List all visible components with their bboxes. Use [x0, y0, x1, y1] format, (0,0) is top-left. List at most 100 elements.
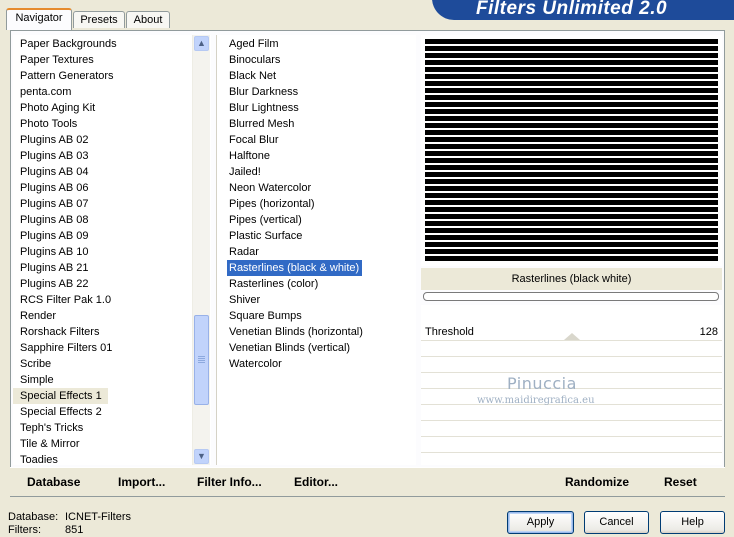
filter-label: Blur Lightness [229, 102, 299, 114]
filter-list[interactable]: Aged Film Binoculars Black Net Blur Darknes… [216, 35, 416, 465]
category-label: Plugins AB 02 [20, 134, 89, 146]
category-item[interactable]: Photo Aging Kit [13, 100, 211, 116]
category-label: Plugins AB 10 [20, 246, 89, 258]
filter-label: Blurred Mesh [229, 118, 295, 130]
category-label: Special Effects 2 [20, 406, 102, 418]
category-item[interactable]: Rorshack Filters [13, 324, 211, 340]
reset-button[interactable]: Reset [664, 475, 697, 489]
filter-item[interactable]: Halftone [217, 148, 416, 164]
scroll-down-button[interactable]: ▼ [194, 449, 209, 464]
filter-label: Jailed! [229, 166, 261, 178]
category-label: Scribe [20, 358, 52, 370]
arrow-up-icon: ▲ [197, 38, 206, 48]
category-item[interactable]: Plugins AB 03 [13, 148, 211, 164]
threshold-value: 128 [699, 326, 718, 338]
category-label: Paper Backgrounds [20, 38, 117, 50]
tab-about[interactable]: About [126, 11, 170, 28]
filter-item[interactable]: Venetian Blinds (vertical) [217, 340, 416, 356]
category-item[interactable]: Plugins AB 04 [13, 164, 211, 180]
category-item[interactable]: Simple [13, 372, 211, 388]
preview-image [425, 39, 718, 262]
category-item[interactable]: Scribe [13, 356, 211, 372]
filter-item[interactable]: Neon Watercolor [217, 180, 416, 196]
category-item[interactable]: Special Effects 1 [13, 388, 211, 404]
watermark-url: www.maidiregrafica.eu [477, 395, 595, 406]
import-button[interactable]: Import... [118, 475, 165, 489]
filter-item[interactable]: Aged Film [217, 36, 416, 52]
category-item[interactable]: Plugins AB 02 [13, 132, 211, 148]
filter-item[interactable]: Shiver [217, 292, 416, 308]
scroll-up-button[interactable]: ▲ [194, 36, 209, 51]
category-item[interactable]: Plugins AB 10 [13, 244, 211, 260]
apply-button[interactable]: Apply [507, 511, 574, 534]
arrow-down-icon: ▼ [197, 451, 206, 461]
category-item[interactable]: Special Effects 2 [13, 404, 211, 420]
category-item[interactable]: Plugins AB 09 [13, 228, 211, 244]
filter-item[interactable]: Jailed! [217, 164, 416, 180]
filter-item[interactable]: Venetian Blinds (horizontal) [217, 324, 416, 340]
filter-item[interactable]: Watercolor [217, 356, 416, 372]
filter-item[interactable]: Blur Lightness [217, 100, 416, 116]
filter-label: Binoculars [229, 54, 281, 66]
filter-item[interactable]: Black Net [217, 68, 416, 84]
category-item[interactable]: Plugins AB 22 [13, 276, 211, 292]
filter-label: Halftone [229, 150, 270, 162]
filter-item[interactable]: Binoculars [217, 52, 416, 68]
filter-item[interactable]: Rasterlines (black & white) [217, 260, 416, 276]
filter-item[interactable]: Plastic Surface [217, 228, 416, 244]
filter-label: Aged Film [229, 38, 279, 50]
preview-box [421, 35, 722, 266]
category-label: RCS Filter Pak 1.0 [20, 294, 112, 306]
filter-label: Rasterlines (color) [229, 278, 319, 290]
filter-item[interactable]: Pipes (vertical) [217, 212, 416, 228]
category-label: Plugins AB 04 [20, 166, 89, 178]
category-item[interactable]: Paper Backgrounds [13, 36, 211, 52]
category-list[interactable]: Paper Backgrounds Paper Textures Pattern G… [13, 35, 211, 468]
category-item[interactable]: Plugins AB 08 [13, 212, 211, 228]
category-item[interactable]: Plugins AB 06 [13, 180, 211, 196]
cancel-button[interactable]: Cancel [584, 511, 649, 534]
database-button[interactable]: Database [27, 475, 80, 489]
filter-item[interactable]: Radar [217, 244, 416, 260]
tab-presets[interactable]: Presets [73, 11, 125, 28]
tab-navigator[interactable]: Navigator [6, 8, 72, 30]
category-item[interactable]: Paper Textures [13, 52, 211, 68]
category-label: Teph's Tricks [20, 422, 84, 434]
category-item[interactable]: RCS Filter Pak 1.0 [13, 292, 211, 308]
help-button[interactable]: Help [660, 511, 725, 534]
category-item[interactable]: Pattern Generators [13, 68, 211, 84]
category-item[interactable]: Teph's Tricks [13, 420, 211, 436]
filter-item[interactable]: Focal Blur [217, 132, 416, 148]
filter-item[interactable]: Blurred Mesh [217, 116, 416, 132]
status-database: Database: ICNET-Filters [8, 511, 131, 523]
category-label: penta.com [20, 86, 72, 98]
filter-item[interactable]: Square Bumps [217, 308, 416, 324]
category-item[interactable]: Sapphire Filters 01 [13, 340, 211, 356]
category-item[interactable]: Render [13, 308, 211, 324]
category-label: Simple [20, 374, 54, 386]
filter-item[interactable]: Blur Darkness [217, 84, 416, 100]
filter-label: Watercolor [229, 358, 282, 370]
filter-label: Rasterlines (black & white) [227, 260, 363, 276]
filter-item[interactable]: Rasterlines (color) [217, 276, 416, 292]
category-label: Render [20, 310, 57, 322]
category-item[interactable]: penta.com [13, 84, 211, 100]
filter-label: Shiver [229, 294, 261, 306]
category-item[interactable]: Plugins AB 07 [13, 196, 211, 212]
randomize-button[interactable]: Randomize [565, 475, 629, 489]
filter-info-button[interactable]: Filter Info... [197, 475, 262, 489]
category-scrollbar[interactable]: ▲ ▼ [192, 35, 210, 465]
slider-handle-icon[interactable] [564, 333, 580, 340]
category-item[interactable]: Photo Tools [13, 116, 211, 132]
filter-label: Venetian Blinds (horizontal) [229, 326, 363, 338]
category-item[interactable]: Toadies [13, 452, 211, 468]
filter-item[interactable]: Pipes (horizontal) [217, 196, 416, 212]
category-item[interactable]: Tile & Mirror [13, 436, 211, 452]
editor-button[interactable]: Editor... [294, 475, 338, 489]
filter-label: Black Net [229, 70, 277, 82]
category-item[interactable]: Plugins AB 21 [13, 260, 211, 276]
scroll-thumb[interactable] [194, 315, 209, 405]
app-title-banner: Filters Unlimited 2.0 [432, 0, 734, 20]
category-label: Plugins AB 07 [20, 198, 89, 210]
category-label: Tile & Mirror [20, 438, 80, 450]
